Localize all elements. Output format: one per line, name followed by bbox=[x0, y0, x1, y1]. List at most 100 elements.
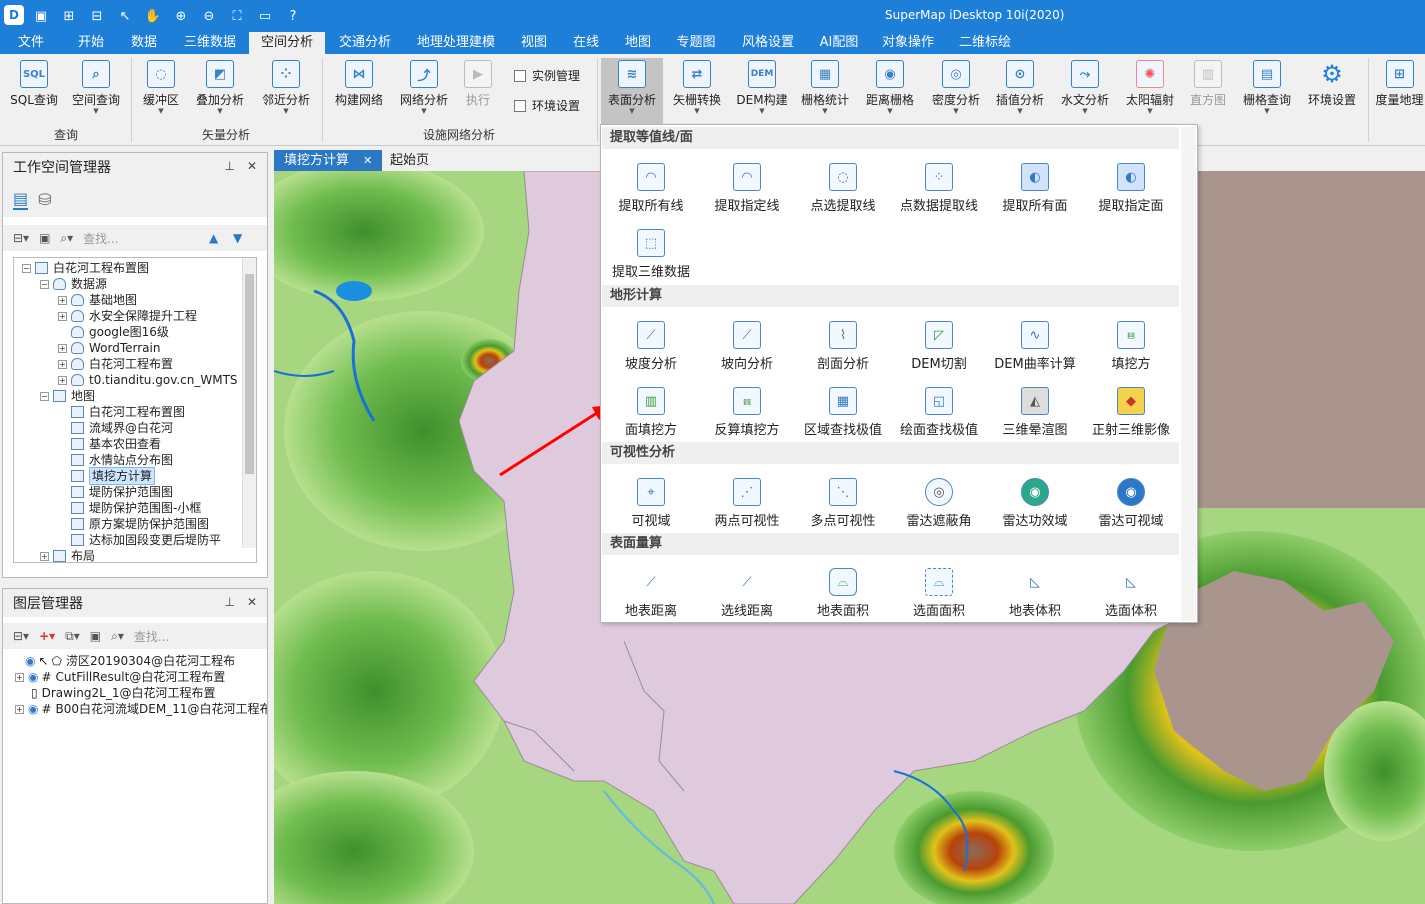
open-folder-icon[interactable]: ▭ bbox=[254, 5, 276, 27]
expand-toggle[interactable]: + bbox=[58, 311, 67, 321]
tab-style[interactable]: 风格设置 bbox=[735, 32, 801, 54]
expand-toggle[interactable]: + bbox=[15, 672, 24, 682]
tab-thematic[interactable]: 专题图 bbox=[668, 32, 724, 54]
spatial-query-button[interactable]: ⌕ 空间查询 ▼ bbox=[66, 58, 126, 116]
extract-specified-lines-item[interactable]: ◠ 提取指定线 bbox=[699, 159, 795, 219]
multi-point-visibility-item[interactable]: ⋱ 多点可视性 bbox=[795, 474, 891, 534]
tab-2d-plotting[interactable]: 二维标绘 bbox=[951, 32, 1019, 54]
tab-ai-mapping[interactable]: AI配图 bbox=[812, 32, 866, 54]
workspace-tree-tab-icon[interactable]: ▤ bbox=[13, 189, 29, 210]
new-window-icon[interactable]: ⊞ bbox=[58, 5, 80, 27]
layer-search-input[interactable]: 查找... bbox=[134, 628, 169, 645]
dem-curvature-item[interactable]: ∿ DEM曲率计算 bbox=[987, 317, 1083, 377]
tab-map[interactable]: 地图 bbox=[616, 32, 660, 54]
zoom-out-icon[interactable]: ⊖ bbox=[198, 5, 220, 27]
surface-distance-item[interactable]: ⟋ 地表距离 bbox=[603, 564, 699, 624]
collapse-toggle[interactable]: − bbox=[40, 279, 49, 289]
hydrology-analysis-button[interactable]: ⤳ 水文分析 ▼ bbox=[1055, 58, 1115, 116]
tree-item-datasource[interactable]: google图16级 bbox=[71, 324, 169, 340]
search-icon[interactable]: ⌕▾ bbox=[60, 231, 73, 246]
layer-copy-icon[interactable]: ⧉▾ bbox=[65, 629, 80, 644]
surface-volume-item[interactable]: ◺ 地表体积 bbox=[987, 564, 1083, 624]
tab-online[interactable]: 在线 bbox=[564, 32, 608, 54]
tree-item-datasources[interactable]: − 数据源 bbox=[40, 276, 107, 292]
histogram-button[interactable]: ▥ 直方图 bbox=[1185, 58, 1231, 116]
checkbox-box[interactable] bbox=[514, 99, 526, 112]
expand-toggle[interactable]: + bbox=[58, 343, 67, 353]
surface-analysis-button[interactable]: ≋ 表面分析 ▼ bbox=[601, 58, 663, 126]
density-analysis-button[interactable]: ◎ 密度分析 ▼ bbox=[925, 58, 987, 116]
tree-item-map[interactable]: 基本农田查看 bbox=[71, 436, 161, 452]
layer-item[interactable]: + ◉ # B00白花河流域DEM_11@白花河工程布 bbox=[15, 701, 267, 717]
tree-item-map[interactable]: 白花河工程布置图 bbox=[71, 404, 185, 420]
workspace-open-icon[interactable]: ⊟▾ bbox=[13, 231, 29, 245]
proximity-analysis-button[interactable]: ⁘ 邻近分析 ▼ bbox=[256, 58, 316, 116]
extract-all-lines-item[interactable]: ◠ 提取所有线 bbox=[603, 159, 699, 219]
dem-build-button[interactable]: DEM DEM构建 ▼ bbox=[733, 58, 791, 116]
app-logo-icon[interactable]: D bbox=[4, 5, 24, 25]
tree-item-map[interactable]: 原方案堤防保护范围图 bbox=[71, 516, 209, 532]
tab-view[interactable]: 视图 bbox=[512, 32, 556, 54]
slope-analysis-item[interactable]: ⟋ 坡度分析 bbox=[603, 317, 699, 377]
network-analysis-button[interactable]: ⤴ 网络分析 ▼ bbox=[394, 58, 454, 116]
collapse-toggle[interactable]: − bbox=[22, 263, 31, 273]
draw-find-extremum-item[interactable]: ◱ 绘面查找极值 bbox=[891, 383, 987, 443]
scrollbar-thumb[interactable] bbox=[245, 274, 254, 474]
surface-area-item[interactable]: ⌓ 地表面积 bbox=[795, 564, 891, 624]
cut-fill-item[interactable]: ⩏ 填挖方 bbox=[1083, 317, 1179, 377]
viewshed-item[interactable]: ⌖ 可视域 bbox=[603, 474, 699, 534]
expand-toggle[interactable]: + bbox=[58, 295, 67, 305]
layer-item[interactable]: ◉ ↖ ⬠ 涝区20190304@白花河工程布 bbox=[25, 653, 235, 669]
tree-item-datasource[interactable]: + 白花河工程布置 bbox=[58, 356, 173, 372]
zoom-in-icon[interactable]: ⊕ bbox=[170, 5, 192, 27]
layer-props-icon[interactable]: ▣ bbox=[90, 629, 101, 643]
checkbox-box[interactable] bbox=[514, 69, 526, 82]
full-extent-icon[interactable]: ⛶ bbox=[226, 5, 248, 27]
tab-start[interactable]: 开始 bbox=[68, 32, 114, 54]
surface-cut-fill-item[interactable]: ▥ 面填挖方 bbox=[603, 383, 699, 443]
dropdown-scrollbar[interactable] bbox=[1181, 127, 1196, 621]
layout-icon[interactable]: ⊟ bbox=[86, 5, 108, 27]
extract-specified-surface-item[interactable]: ◐ 提取指定面 bbox=[1083, 159, 1179, 219]
vector-raster-convert-button[interactable]: ⇄ 矢栅转换 ▼ bbox=[667, 58, 727, 116]
tree-item-map[interactable]: 水情站点分布图 bbox=[71, 452, 173, 468]
extract-all-surfaces-item[interactable]: ◐ 提取所有面 bbox=[987, 159, 1083, 219]
tab-object-ops[interactable]: 对象操作 bbox=[874, 32, 942, 54]
chevron-up-icon[interactable]: ▲ bbox=[209, 231, 218, 245]
extract-3d-data-item[interactable]: ⬚ 提取三维数据 bbox=[603, 225, 699, 285]
close-icon[interactable]: ✕ bbox=[363, 154, 372, 167]
tab-traffic-analysis[interactable]: 交通分析 bbox=[331, 32, 399, 54]
selected-volume-item[interactable]: ◺ 选面体积 bbox=[1083, 564, 1179, 624]
execute-button[interactable]: ▶ 执行 bbox=[460, 58, 496, 116]
chevron-down-icon[interactable]: ▼ bbox=[233, 231, 242, 245]
measure-geography-button[interactable]: ⊞ 度量地理 bbox=[1374, 58, 1425, 116]
pin-icon[interactable]: ⊥ bbox=[224, 159, 234, 173]
tab-file[interactable]: 文件 bbox=[8, 32, 54, 54]
radar-effect-domain-item[interactable]: ◉ 雷达功效域 bbox=[987, 474, 1083, 534]
solar-radiation-button[interactable]: ✺ 太阳辐射 ▼ bbox=[1120, 58, 1180, 116]
tree-item-map[interactable]: 堤防保护范围图 bbox=[71, 484, 173, 500]
tree-item-datasource[interactable]: + WordTerrain bbox=[58, 340, 160, 356]
help-icon[interactable]: ? bbox=[282, 5, 304, 27]
doc-tab-start-page[interactable]: 起始页 bbox=[380, 150, 439, 171]
tree-item-datasource[interactable]: + 水安全保障提升工程 bbox=[58, 308, 197, 324]
sql-query-button[interactable]: SQL SQL查询 bbox=[8, 58, 60, 116]
workspace-search-input[interactable]: 查找... bbox=[83, 230, 118, 247]
radar-viewshed-item[interactable]: ◉ 雷达可视域 bbox=[1083, 474, 1179, 534]
raster-statistics-button[interactable]: ▦ 栅格统计 ▼ bbox=[795, 58, 855, 116]
expand-toggle[interactable]: + bbox=[58, 359, 67, 369]
visibility-eye-icon[interactable]: ◉ bbox=[25, 653, 35, 669]
workspace-3d-tab-icon[interactable]: ⛁ bbox=[38, 190, 51, 209]
pin-icon[interactable]: ⊥ bbox=[224, 595, 234, 609]
collapse-toggle[interactable]: − bbox=[40, 391, 49, 401]
pan-hand-icon[interactable]: ✋ bbox=[142, 5, 164, 27]
tree-item-datasource[interactable]: + 基础地图 bbox=[58, 292, 137, 308]
point-data-extract-line-item[interactable]: ⁘ 点数据提取线 bbox=[891, 159, 987, 219]
profile-analysis-item[interactable]: ⌇ 剖面分析 bbox=[795, 317, 891, 377]
selected-area-item[interactable]: ⌓ 选面面积 bbox=[891, 564, 987, 624]
vertical-scrollbar[interactable] bbox=[242, 258, 256, 548]
tree-item-datasource[interactable]: + t0.tianditu.gov.cn_WMTS bbox=[58, 372, 238, 388]
close-icon[interactable]: ✕ bbox=[247, 159, 257, 173]
point-extract-line-item[interactable]: ◌ 点选提取线 bbox=[795, 159, 891, 219]
region-find-extremum-item[interactable]: ▦ 区域查找极值 bbox=[795, 383, 891, 443]
